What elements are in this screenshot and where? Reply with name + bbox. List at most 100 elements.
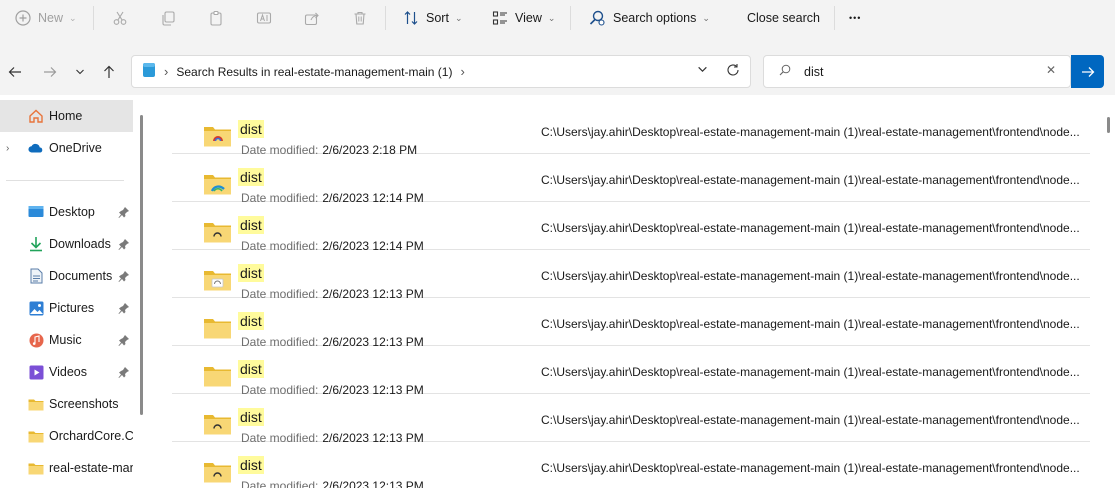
list-item[interactable]: dist Date modified: 2/6/2023 12:13 PM C:\… [172,250,1090,301]
item-path: C:\Users\jay.ahir\Desktop\real-estate-ma… [541,413,1080,427]
arrow-right-icon [44,67,57,77]
arrow-right-icon [1081,66,1094,77]
sidebar-item-home[interactable]: Home [0,100,133,132]
chevron-right-icon[interactable]: › [6,143,9,154]
view-icon [491,9,509,27]
paste-button[interactable] [207,0,225,36]
list-item[interactable]: dist Date modified: 2/6/2023 12:14 PM C:\… [172,154,1090,205]
address-row: › Search Results in real-estate-manageme… [0,36,1115,95]
toolbar-divider [385,6,386,30]
up-button[interactable] [98,61,120,83]
search-go-button[interactable] [1071,55,1104,88]
toolbar-divider [570,6,571,30]
cut-button[interactable] [111,0,129,36]
sidebar-item-label: real-estate-man [49,461,133,475]
folder-icon [203,364,232,388]
sidebar-item-screenshots[interactable]: Screenshots [0,388,133,420]
item-path: C:\Users\jay.ahir\Desktop\real-estate-ma… [541,365,1080,379]
list-item[interactable]: dist Date modified: 2/6/2023 12:13 PM C:\… [172,442,1090,488]
sidebar-item-pictures[interactable]: Pictures [0,292,133,324]
sidebar-item-onedrive[interactable]: › OneDrive [0,132,133,164]
cut-icon [111,9,129,27]
search-field[interactable]: dist ✕ [763,55,1071,88]
trash-icon [351,9,369,27]
music-icon [28,332,44,348]
rename-button[interactable] [255,0,273,36]
search-input[interactable]: dist [804,65,823,79]
pictures-icon [28,300,44,316]
sidebar-item-label: OrchardCore.Cr [49,429,133,443]
sidebar-item-desktop[interactable]: Desktop [0,196,133,228]
item-path: C:\Users\jay.ahir\Desktop\real-estate-ma… [541,461,1080,475]
item-name: dist [238,216,264,234]
sidebar-item-label: OneDrive [49,141,102,155]
date-modified-value: 2/6/2023 12:13 PM [322,479,424,488]
sidebar-scrollbar[interactable] [140,115,143,415]
search-icon [779,64,791,79]
pin-icon [118,366,130,378]
sidebar-item-real-estate[interactable]: real-estate-man [0,452,133,484]
breadcrumb-search-results[interactable]: Search Results in real-estate-management… [176,65,452,79]
copy-button[interactable] [159,0,177,36]
sort-icon [402,9,420,27]
item-name: dist [238,312,264,330]
pin-icon [118,238,130,250]
folder-icon [203,460,232,484]
sidebar-item-videos[interactable]: Videos [0,356,133,388]
address-bar[interactable]: › Search Results in real-estate-manageme… [131,55,751,88]
item-date-modified: Date modified: 2/6/2023 12:13 PM [241,479,424,488]
arrow-up-icon [104,65,114,78]
sidebar-divider [6,180,124,181]
item-name: dist [238,360,264,378]
recent-locations-button[interactable] [69,61,91,83]
forward-button[interactable] [39,61,61,83]
breadcrumb-separator[interactable]: › [460,64,464,79]
close-search-button[interactable]: Close search [747,0,820,36]
item-path: C:\Users\jay.ahir\Desktop\real-estate-ma… [541,269,1080,283]
new-button[interactable]: New ⌄ [14,0,77,36]
clear-search-icon[interactable]: ✕ [1046,63,1056,77]
list-item[interactable]: dist Date modified: 2/6/2023 2:18 PM C:\U… [172,106,1090,157]
view-label: View [515,11,542,25]
list-item[interactable]: dist Date modified: 2/6/2023 12:13 PM C:\… [172,298,1090,349]
list-item[interactable]: dist Date modified: 2/6/2023 12:13 PM C:\… [172,394,1090,445]
sidebar-item-documents[interactable]: Documents [0,260,133,292]
more-icon: ••• [849,13,862,23]
view-button[interactable]: View ⌄ [491,0,555,36]
desktop-icon [28,204,44,220]
new-plus-icon [14,9,32,27]
back-button[interactable] [4,61,26,83]
search-results-list: dist Date modified: 2/6/2023 2:18 PM C:\U… [150,95,1115,488]
arrow-left-icon [8,67,21,77]
search-results-icon [142,62,156,81]
delete-button[interactable] [351,0,369,36]
item-path: C:\Users\jay.ahir\Desktop\real-estate-ma… [541,125,1080,139]
chevron-down-icon: ⌄ [702,12,710,23]
chevron-down-icon [698,66,707,73]
folder-icon [203,124,232,148]
list-item[interactable]: dist Date modified: 2/6/2023 12:13 PM C:\… [172,346,1090,397]
search-options-label: Search options [613,11,697,25]
pin-icon [118,270,130,282]
search-options-icon [588,9,606,27]
sidebar-item-music[interactable]: Music [0,324,133,356]
chevron-down-icon [76,69,84,75]
more-options-button[interactable]: ••• [849,0,861,36]
refresh-button[interactable] [726,63,740,80]
results-scrollbar[interactable] [1107,117,1110,133]
paste-icon [207,9,225,27]
search-options-button[interactable]: Search options ⌄ [588,0,710,36]
folder-icon [203,412,232,436]
share-button[interactable] [303,0,321,36]
sort-button[interactable]: Sort ⌄ [402,0,462,36]
folder-icon [203,268,232,292]
address-history-dropdown[interactable] [697,64,708,78]
toolbar-divider [834,6,835,30]
sort-label: Sort [426,11,449,25]
sidebar-item-downloads[interactable]: Downloads [0,228,133,260]
item-name: dist [238,408,264,426]
sidebar-item-orchardcore[interactable]: OrchardCore.Cr [0,420,133,452]
list-item[interactable]: dist Date modified: 2/6/2023 12:14 PM C:\… [172,202,1090,253]
pin-icon [118,334,130,346]
toolbar-divider [93,6,94,30]
